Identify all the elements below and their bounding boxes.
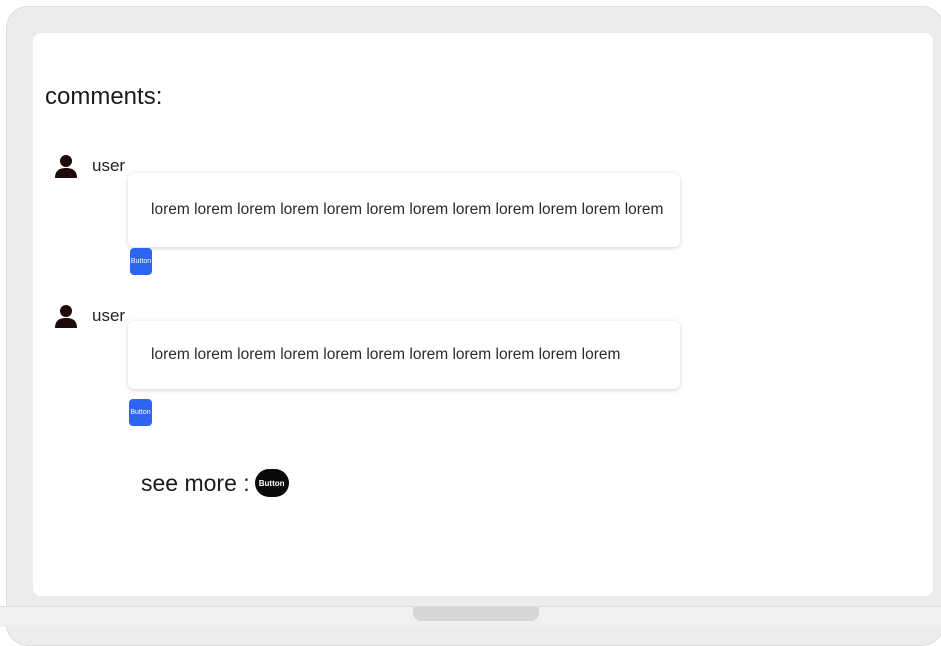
see-more-label: see more :	[141, 469, 250, 496]
comment-user: user	[53, 151, 125, 181]
screen: comments: user lorem lorem lorem lorem l…	[33, 33, 933, 596]
laptop-frame: comments: user lorem lorem lorem lorem l…	[6, 6, 941, 646]
laptop-notch	[413, 607, 539, 621]
see-more-row: see more : Button	[141, 469, 289, 497]
comment-text: lorem lorem lorem lorem lorem lorem lore…	[128, 173, 680, 247]
user-name: user	[92, 306, 126, 325]
comment-action-button[interactable]: Button	[129, 399, 152, 426]
see-more-button[interactable]: Button	[254, 469, 289, 497]
comments-heading: comments:	[45, 83, 163, 110]
comment-action-button[interactable]: Button	[130, 248, 152, 275]
comment-text: lorem lorem lorem lorem lorem lorem lore…	[128, 321, 680, 389]
comment-user: user	[53, 301, 125, 331]
user-name: user	[92, 156, 126, 175]
user-icon	[53, 153, 79, 179]
user-icon	[53, 303, 79, 329]
